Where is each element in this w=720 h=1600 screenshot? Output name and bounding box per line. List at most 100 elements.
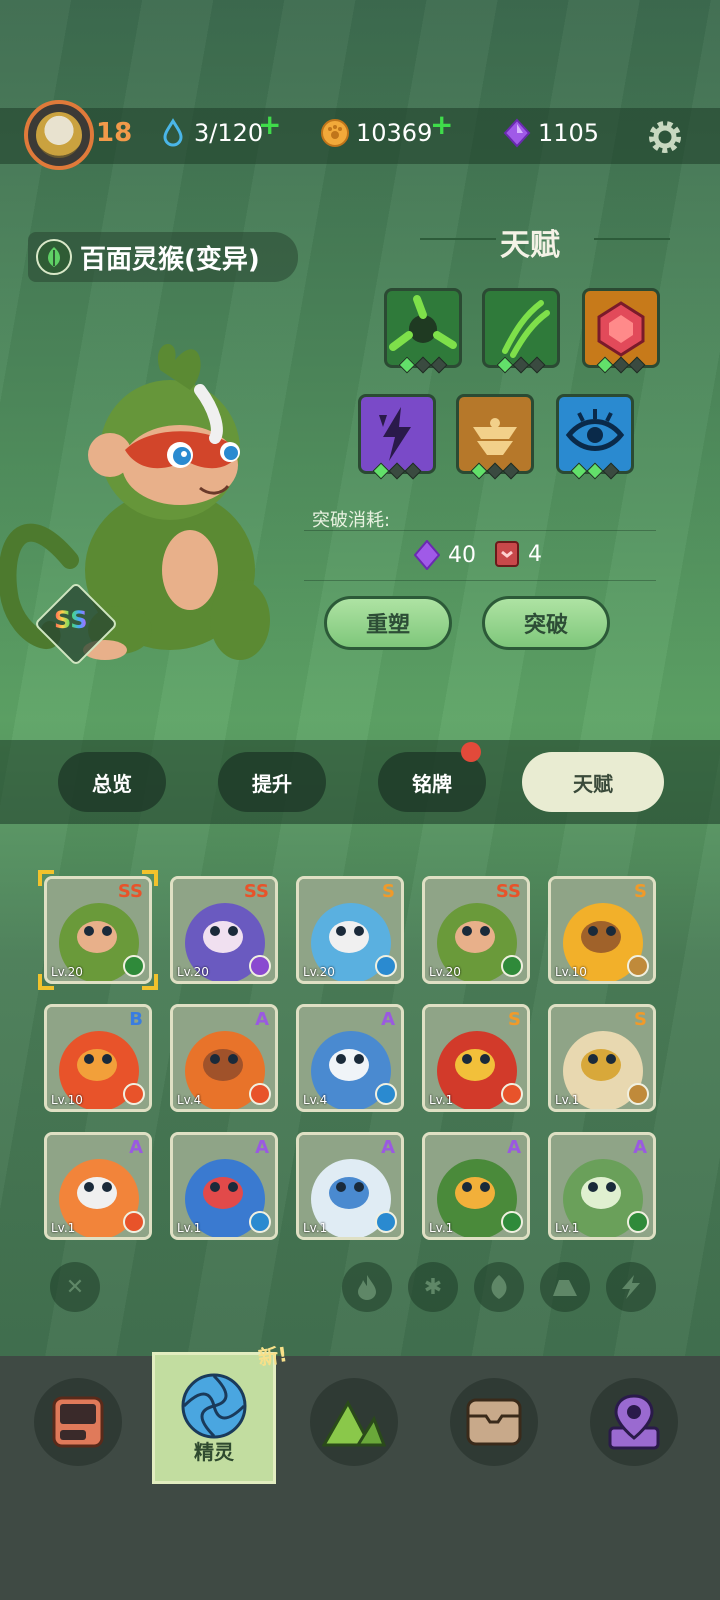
talent-level-pips xyxy=(398,356,448,374)
grass-type-icon xyxy=(36,239,72,275)
breakthrough-cost-label: 突破消耗: xyxy=(312,510,391,531)
electric-filter-icon[interactable] xyxy=(606,1262,656,1312)
add-coins-button[interactable]: + xyxy=(430,108,453,141)
fire-filter-icon[interactable] xyxy=(342,1262,392,1312)
new-tag: 新! xyxy=(256,1342,289,1370)
card-level: Lv.4 xyxy=(177,1093,202,1107)
pet-card-white-tiger[interactable]: A Lv.1 xyxy=(296,1132,404,1240)
selection-corner-bl xyxy=(38,974,54,990)
talent-title: 天赋 xyxy=(500,228,560,263)
pet-grade: SS xyxy=(54,606,88,634)
ice-type-icon xyxy=(249,1211,271,1233)
talent-level-pips xyxy=(496,356,546,374)
fire-type-icon xyxy=(123,1211,145,1233)
reshape-button[interactable]: 重塑 xyxy=(324,596,452,650)
leaf-icon xyxy=(491,1275,507,1299)
grass-filter-icon[interactable] xyxy=(474,1262,524,1312)
card-level: Lv.20 xyxy=(303,965,335,979)
gem-shield-icon xyxy=(597,301,645,357)
gem-counter: 1105 xyxy=(502,118,599,148)
pet-card-sunflower[interactable]: S Lv.10 xyxy=(548,876,656,984)
card-level: Lv.1 xyxy=(303,1221,328,1235)
pet-card-red-horn[interactable]: S Lv.1 xyxy=(422,1004,530,1112)
talent-tile-3[interactable] xyxy=(582,288,660,374)
sprite-portal-icon xyxy=(181,1373,247,1439)
pet-card-skull-dino[interactable]: S Lv.1 xyxy=(548,1004,656,1112)
grass-type-icon xyxy=(501,955,523,977)
tab-upgrade[interactable]: 提升 xyxy=(218,752,326,812)
device-icon xyxy=(52,1396,104,1448)
tab-talent[interactable]: 天赋 xyxy=(522,752,664,812)
eye-icon xyxy=(565,409,625,451)
talent-level-pips xyxy=(470,462,520,480)
gem-cost: 40 xyxy=(414,540,476,570)
card-grade: S xyxy=(508,1009,521,1030)
pet-card-monkey[interactable]: SS Lv.20 xyxy=(422,876,530,984)
fire-type-icon xyxy=(501,1083,523,1105)
lightning-icon xyxy=(379,407,411,461)
talent-tile-5[interactable] xyxy=(456,394,534,480)
tab-overview[interactable]: 总览 xyxy=(58,752,166,812)
nav-active-label: 精灵 xyxy=(194,1440,234,1464)
earth-filter-icon[interactable] xyxy=(540,1262,590,1312)
ice-filter-icon[interactable]: ✱ xyxy=(408,1262,458,1312)
talent-book-icon xyxy=(495,541,519,567)
talent-tile-2[interactable] xyxy=(482,288,560,374)
card-grade: SS xyxy=(243,881,269,902)
coin-counter: 10369 xyxy=(320,118,432,148)
nav-item-bag[interactable] xyxy=(450,1378,538,1466)
talent-tile-1[interactable] xyxy=(384,288,462,374)
stamina-counter: 3/120 xyxy=(158,118,263,148)
card-grade: S xyxy=(634,1009,647,1030)
card-grade: A xyxy=(381,1009,395,1030)
stamina-value: 3/120 xyxy=(194,119,264,147)
pet-card-fire-fox[interactable]: A Lv.1 xyxy=(44,1132,152,1240)
pet-card-snow-yeti[interactable]: A Lv.4 xyxy=(296,1004,404,1112)
pet-card-blue-deer[interactable]: S Lv.20 xyxy=(296,876,404,984)
pet-name: 百面灵猴(变异) xyxy=(80,244,260,275)
talent-tile-6[interactable] xyxy=(556,394,634,480)
talent-tile-4[interactable] xyxy=(358,394,436,480)
pet-card-fire-imp[interactable]: B Lv.10 xyxy=(44,1004,152,1112)
card-grade: A xyxy=(507,1137,521,1158)
card-level: Lv.1 xyxy=(429,1221,454,1235)
talent-level-pips xyxy=(596,356,646,374)
pet-card-leaf-rabbit[interactable]: A Lv.1 xyxy=(548,1132,656,1240)
book-cost: 4 xyxy=(494,540,542,568)
leaf-icon xyxy=(48,247,60,267)
ice-type-icon xyxy=(375,955,397,977)
map-pin-icon xyxy=(608,1394,660,1450)
fire-icon xyxy=(358,1275,376,1300)
grass-type-icon xyxy=(501,1211,523,1233)
rock-icon xyxy=(553,1280,577,1296)
paw-coin-icon xyxy=(321,119,349,147)
pet-card-purple-rat[interactable]: SS Lv.20 xyxy=(170,876,278,984)
settings-gear-icon[interactable] xyxy=(644,116,686,158)
pet-name-bar: 百面灵猴(变异) xyxy=(28,232,298,282)
selection-corner-br xyxy=(142,974,158,990)
divider xyxy=(304,580,656,581)
ice-type-icon xyxy=(375,1083,397,1105)
claw-icon xyxy=(502,300,550,358)
ice-type-icon xyxy=(375,1211,397,1233)
player-avatar[interactable] xyxy=(24,100,94,170)
card-level: Lv.4 xyxy=(303,1093,328,1107)
clear-filter-icon[interactable]: ✕ xyxy=(50,1262,100,1312)
earth-type-icon xyxy=(627,955,649,977)
pet-card-lava-blob[interactable]: A Lv.4 xyxy=(170,1004,278,1112)
pet-card-cactus[interactable]: A Lv.1 xyxy=(422,1132,530,1240)
card-level: Lv.20 xyxy=(51,965,83,979)
pet-card-blue-fish[interactable]: A Lv.1 xyxy=(170,1132,278,1240)
pet-card-monkey[interactable]: SS Lv.20 xyxy=(44,876,152,984)
talent-level-pips xyxy=(570,462,620,480)
breakthrough-button[interactable]: 突破 xyxy=(482,596,610,650)
nav-item-map[interactable] xyxy=(590,1378,678,1466)
notification-badge xyxy=(461,742,481,762)
selection-corner-tl xyxy=(38,870,54,886)
grass-type-icon xyxy=(627,1211,649,1233)
nav-item-device[interactable] xyxy=(34,1378,122,1466)
add-stamina-button[interactable]: + xyxy=(258,108,281,141)
thorn-icon xyxy=(389,295,457,351)
nav-item-adventure[interactable] xyxy=(310,1378,398,1466)
talent-level-pips xyxy=(372,462,422,480)
